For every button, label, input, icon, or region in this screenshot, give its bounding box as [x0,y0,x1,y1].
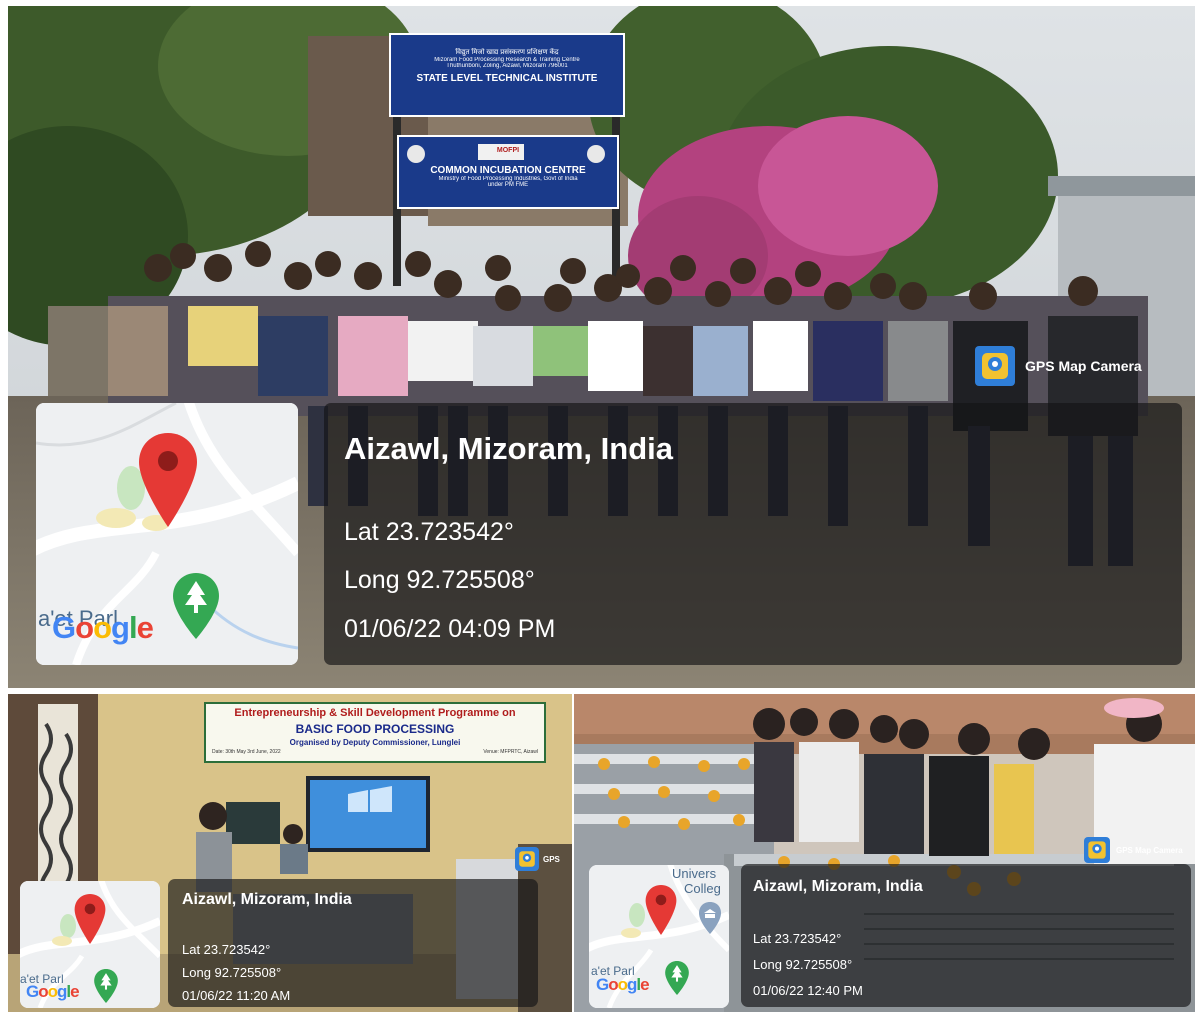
place-name: Aizawl, Mizoram, India [344,431,673,466]
programme-banner: Entrepreneurship & Skill Development Pro… [204,702,546,763]
sign-sub2: under PM FME [487,182,529,188]
latitude: Lat 23.723542° [344,518,514,546]
gps-camera-icon [515,847,539,871]
place-name: Aizawl, Mizoram, India [182,891,352,908]
place-name: Aizawl, Mizoram, India [753,878,923,895]
longitude: Long 92.725508° [182,965,282,980]
banner-date: Date: 30th May 3rd June, 2022 [212,749,281,755]
banner-line1: Entrepreneurship & Skill Development Pro… [234,707,516,719]
map-label-university: Univers [672,866,717,881]
google-logo: Google [596,975,650,994]
tree-icon [664,960,690,1001]
gps-camera-icon [1084,837,1110,863]
longitude: Long 92.725508° [753,957,853,972]
latitude: Lat 23.723542° [182,942,271,957]
incubation-sign: MOFPI COMMON INCUBATION CENTRE Ministry … [400,138,616,206]
location-pin-icon [73,893,107,950]
datetime: 01/06/22 12:40 PM [753,983,863,998]
datetime: 01/06/22 11:20 AM [182,988,291,1003]
institute-sign: विद्युत मिजो खाद्य प्रसंस्करण प्रशिक्षण … [392,36,622,114]
main-photo: विद्युत मिजो खाद्य प्रसंस्करण प्रशिक्षण … [8,6,1195,688]
banner-line2: BASIC FOOD PROCESSING [295,722,455,736]
sign-title: STATE LEVEL TECHNICAL INSTITUTE [416,73,598,84]
banner-line3: Organised by Deputy Commissioner, Lungle… [289,738,461,747]
longitude: Long 92.725508° [344,566,535,594]
sign-incubation-title: COMMON INCUBATION CENTRE [430,165,586,176]
location-info-panel-left: Aizawl, Mizoram, India Lat 23.723542° Lo… [168,879,538,1007]
tree-icon [93,968,119,1009]
gps-map-camera-label-right: GPS Map Camera [1084,837,1183,863]
university-icon [698,901,722,940]
gps-map-camera-label: GPS Map Camera [975,346,1142,386]
banner-venue: Venue: MFPRTC, Aizawl [483,749,538,755]
sign-logo: MOFPI [496,147,520,154]
processing-photo: GPS Map Camera Aizawl, Mizoram, India La… [574,694,1195,1012]
sign-hindi-text: विद्युत मिजो खाद्य प्रसंस्करण प्रशिक्षण … [455,49,559,56]
tree-icon [171,571,221,646]
map-label-college: Colleg [684,881,721,896]
gps-camera-icon [975,346,1015,386]
location-pin-icon [136,431,200,534]
google-logo: Google [26,982,80,1001]
latitude: Lat 23.723542° [753,931,842,946]
google-logo: Google [52,610,154,645]
datetime: 01/06/22 04:09 PM [344,615,556,643]
location-info-panel-right: Aizawl, Mizoram, India Lat 23.723542° Lo… [741,864,1191,1007]
location-pin-icon [644,884,678,941]
gps-label-left: GPS [515,847,560,871]
classroom-photo: Entrepreneurship & Skill Development Pro… [8,694,572,1012]
sign-line2: Thuthunboni, Zoling, Aizawl, Mizoram 796… [446,63,568,69]
location-info-panel: Aizawl, Mizoram, India Lat 23.723542° Lo… [324,403,1182,665]
